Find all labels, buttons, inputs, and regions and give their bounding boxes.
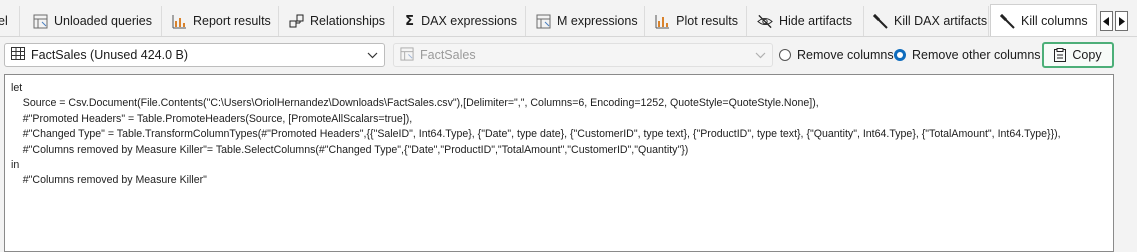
tab-label: Plot results <box>676 14 738 28</box>
radio-label: Remove columns <box>797 48 894 62</box>
bar-chart-icon <box>655 13 670 29</box>
table-icon <box>32 13 48 29</box>
remove-columns-radio[interactable]: Remove columns <box>779 43 894 67</box>
code-line: let <box>11 82 23 94</box>
tab-label: Unloaded queries <box>54 14 152 28</box>
tab-label: Kill columns <box>1021 14 1088 28</box>
radio-circle[interactable] <box>779 49 791 61</box>
bar-chart-icon <box>172 13 187 29</box>
code-line: in <box>11 158 20 171</box>
tab-scroll-arrows <box>1100 8 1136 34</box>
sigma-icon: Σ <box>405 13 414 29</box>
knife-icon <box>873 13 888 29</box>
table-select[interactable]: FactSales (Unused 424.0 B) <box>4 43 385 67</box>
tab-label: M expressions <box>557 14 638 28</box>
clipboard-icon <box>1054 48 1067 62</box>
tab-m-expressions[interactable]: M expressions <box>528 6 645 36</box>
tab-kill-dax-artifacts[interactable]: Kill DAX artifacts <box>865 6 989 36</box>
table-icon <box>536 13 551 29</box>
code-line: Source = Csv.Document(File.Contents("C:\… <box>11 97 819 110</box>
radio-circle-selected[interactable] <box>894 49 906 61</box>
scroll-right-button[interactable] <box>1115 11 1128 31</box>
knife-icon <box>999 13 1015 29</box>
tab-unloaded-queries[interactable]: Unloaded queries <box>24 6 162 36</box>
tab-label: Relationships <box>310 14 386 28</box>
tab-label: Hide artifacts <box>779 14 852 28</box>
query-select-value: FactSales <box>420 48 476 62</box>
code-line: #"Columns removed by Measure Killer"= Ta… <box>11 143 689 156</box>
tab-kill-columns[interactable]: Kill columns <box>990 4 1097 36</box>
code-line: #"Columns removed by Measure Killer" <box>11 174 207 187</box>
chevron-left-icon <box>1103 16 1109 26</box>
m-code-editor[interactable]: let Source = Csv.Document(File.Contents(… <box>4 74 1114 252</box>
toolbar: FactSales (Unused 424.0 B) FactSales Rem… <box>0 37 1137 73</box>
relationship-icon <box>289 13 304 29</box>
tab-label: DAX expressions <box>421 14 517 28</box>
chevron-down-icon[interactable] <box>754 49 766 61</box>
table-icon <box>11 47 25 63</box>
radio-label: Remove other columns <box>912 48 1041 62</box>
hidden-eye-icon <box>757 13 773 29</box>
tab-strip: el Unloaded queries Report results Relat… <box>0 0 1137 37</box>
tab-label: Report results <box>193 14 271 28</box>
remove-other-columns-radio[interactable]: Remove other columns <box>894 43 1041 67</box>
tab-relationships[interactable]: Relationships <box>281 6 394 36</box>
tab-label: el <box>0 14 8 28</box>
chevron-right-icon <box>1119 16 1125 26</box>
query-select[interactable]: FactSales <box>393 43 773 67</box>
copy-button-label: Copy <box>1072 48 1102 62</box>
tab-report-results[interactable]: Report results <box>164 6 279 36</box>
chevron-down-icon[interactable] <box>366 49 378 61</box>
table-icon <box>400 46 414 64</box>
tab-plot-results[interactable]: Plot results <box>647 6 747 36</box>
table-select-value: FactSales (Unused 424.0 B) <box>31 48 189 62</box>
tab-hide-artifacts[interactable]: Hide artifacts <box>749 6 864 36</box>
copy-button[interactable]: Copy <box>1042 42 1114 68</box>
tab-dax-expressions[interactable]: Σ DAX expressions <box>396 6 526 36</box>
tab-label: Kill DAX artifacts <box>894 14 988 28</box>
right-margin <box>1114 74 1137 252</box>
tab-partial[interactable]: el <box>0 6 20 36</box>
scroll-left-button[interactable] <box>1100 11 1113 31</box>
code-line: #"Changed Type" = Table.TransformColumnT… <box>11 128 1061 141</box>
code-line: #"Promoted Headers" = Table.PromoteHeade… <box>11 112 413 125</box>
